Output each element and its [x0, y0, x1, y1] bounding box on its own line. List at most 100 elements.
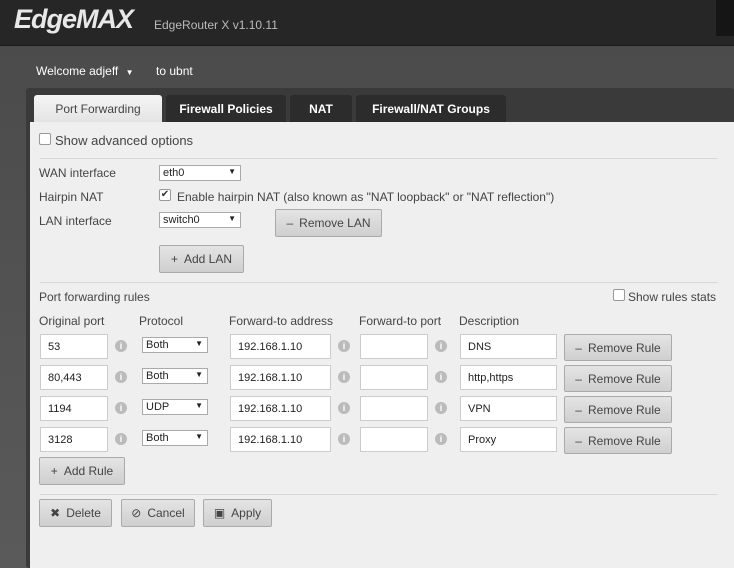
- protocol-value: Both: [146, 339, 169, 351]
- lan-label: LAN interface: [39, 214, 112, 228]
- show-advanced-checkbox[interactable]: [39, 133, 51, 145]
- forward-address-input[interactable]: 192.168.1.10: [230, 396, 331, 421]
- protocol-select[interactable]: Both ▼: [142, 337, 208, 353]
- hairpin-label: Hairpin NAT: [39, 190, 104, 204]
- user-menu[interactable]: Welcome adjeff ▼: [36, 64, 134, 78]
- minus-icon: –: [286, 216, 294, 230]
- wan-value: eth0: [163, 167, 185, 179]
- protocol-select[interactable]: Both ▼: [142, 368, 208, 384]
- wan-label: WAN interface: [39, 166, 116, 180]
- tab-port-forwarding[interactable]: Port Forwarding: [34, 95, 162, 123]
- info-icon[interactable]: i: [115, 371, 127, 383]
- forward-address-input[interactable]: 192.168.1.10: [230, 334, 331, 359]
- col-protocol: Protocol: [139, 314, 184, 328]
- forward-port-input[interactable]: [360, 396, 428, 421]
- show-advanced-label: Show advanced options: [55, 133, 194, 148]
- remove-rule-label: Remove Rule: [587, 340, 661, 355]
- forward-address-input[interactable]: 192.168.1.10: [230, 365, 331, 390]
- minus-icon: –: [575, 433, 582, 448]
- protocol-select[interactable]: UDP ▼: [142, 399, 208, 415]
- show-stats-label: Show rules stats: [628, 290, 717, 304]
- cancel-label: Cancel: [147, 506, 185, 520]
- plus-icon: +: [170, 252, 178, 266]
- header-widget: [716, 0, 734, 36]
- chevron-down-icon: ▼: [125, 68, 134, 77]
- description-input[interactable]: VPN: [460, 396, 557, 421]
- protocol-select[interactable]: Both ▼: [142, 430, 208, 446]
- divider: [40, 494, 718, 495]
- protocol-value: UDP: [146, 401, 170, 413]
- col-description: Description: [459, 314, 520, 328]
- forward-address-input[interactable]: 192.168.1.10: [230, 427, 331, 452]
- remove-lan-button[interactable]: – Remove LAN: [275, 209, 382, 237]
- original-port-input[interactable]: 80,443: [40, 365, 108, 390]
- remove-rule-label: Remove Rule: [587, 402, 661, 417]
- ban-icon: ⊘: [131, 506, 142, 520]
- info-icon[interactable]: i: [338, 402, 350, 414]
- hairpin-text: Enable hairpin NAT (also known as "NAT l…: [177, 190, 555, 204]
- chevron-down-icon: ▼: [228, 167, 236, 176]
- description-input[interactable]: Proxy: [460, 427, 557, 452]
- col-original-port: Original port: [39, 314, 105, 328]
- plus-icon: +: [50, 464, 58, 478]
- forward-port-input[interactable]: [360, 365, 428, 390]
- lan-interface-select[interactable]: switch0 ▼: [159, 212, 241, 228]
- rules-title: Port forwarding rules: [39, 290, 150, 304]
- remove-rule-button[interactable]: – Remove Rule: [564, 427, 672, 454]
- add-lan-button[interactable]: + Add LAN: [159, 245, 244, 273]
- device-version: EdgeRouter X v1.10.11: [154, 18, 278, 32]
- description-input[interactable]: http,https: [460, 365, 557, 390]
- chevron-down-icon: ▼: [195, 432, 203, 441]
- remove-rule-label: Remove Rule: [587, 433, 661, 448]
- protocol-value: Both: [146, 370, 169, 382]
- remove-lan-label: Remove LAN: [299, 216, 371, 230]
- chevron-down-icon: ▼: [195, 339, 203, 348]
- add-rule-button[interactable]: + Add Rule: [39, 457, 125, 485]
- info-icon[interactable]: i: [435, 402, 447, 414]
- col-forward-port: Forward-to port: [359, 314, 442, 328]
- info-icon[interactable]: i: [435, 340, 447, 352]
- protocol-value: Both: [146, 432, 169, 444]
- info-icon[interactable]: i: [338, 433, 350, 445]
- description-input[interactable]: DNS: [460, 334, 557, 359]
- forward-port-input[interactable]: [360, 334, 428, 359]
- divider: [40, 158, 718, 159]
- chevron-down-icon: ▼: [228, 214, 236, 223]
- cancel-button[interactable]: ⊘ Cancel: [121, 499, 195, 527]
- show-stats-checkbox[interactable]: [613, 289, 625, 301]
- apply-label: Apply: [231, 506, 262, 520]
- minus-icon: –: [575, 340, 582, 355]
- hostname-text: to ubnt: [156, 64, 193, 78]
- info-icon[interactable]: i: [115, 402, 127, 414]
- add-lan-label: Add LAN: [183, 252, 233, 266]
- original-port-input[interactable]: 53: [40, 334, 108, 359]
- delete-label: Delete: [66, 506, 101, 520]
- info-icon[interactable]: i: [115, 340, 127, 352]
- original-port-input[interactable]: 1194: [40, 396, 108, 421]
- delete-button[interactable]: ✖ Delete: [39, 499, 112, 527]
- chevron-down-icon: ▼: [195, 401, 203, 410]
- info-icon[interactable]: i: [115, 433, 127, 445]
- tab-nat[interactable]: NAT: [290, 95, 352, 123]
- forward-port-input[interactable]: [360, 427, 428, 452]
- info-icon[interactable]: i: [435, 371, 447, 383]
- tab-firewall-nat-groups[interactable]: Firewall/NAT Groups: [356, 95, 506, 123]
- save-icon: ▣: [213, 506, 226, 520]
- remove-rule-button[interactable]: – Remove Rule: [564, 365, 672, 392]
- info-icon[interactable]: i: [338, 371, 350, 383]
- info-icon[interactable]: i: [435, 433, 447, 445]
- x-icon: ✖: [50, 506, 61, 520]
- tab-firewall-policies[interactable]: Firewall Policies: [166, 95, 286, 123]
- info-icon[interactable]: i: [338, 340, 350, 352]
- original-port-input[interactable]: 3128: [40, 427, 108, 452]
- add-rule-label: Add Rule: [63, 464, 114, 478]
- divider: [40, 282, 718, 283]
- minus-icon: –: [575, 371, 582, 386]
- remove-rule-label: Remove Rule: [587, 371, 661, 386]
- hairpin-checkbox[interactable]: ✔: [159, 189, 171, 201]
- col-forward-address: Forward-to address: [229, 314, 334, 328]
- wan-interface-select[interactable]: eth0 ▼: [159, 165, 241, 181]
- remove-rule-button[interactable]: – Remove Rule: [564, 396, 672, 423]
- remove-rule-button[interactable]: – Remove Rule: [564, 334, 672, 361]
- apply-button[interactable]: ▣ Apply: [203, 499, 272, 527]
